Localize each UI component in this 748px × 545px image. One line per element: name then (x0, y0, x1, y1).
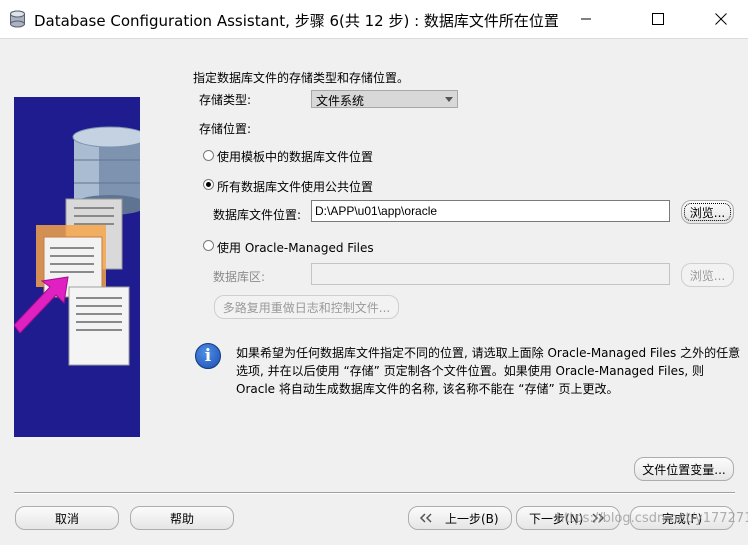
storage-type-label: 存储类型: (199, 93, 252, 107)
radio-template-locations[interactable] (203, 150, 214, 161)
db-area-label: 数据库区: (213, 270, 266, 284)
database-app-icon (10, 10, 25, 28)
back-label: 上一步(B) (445, 511, 499, 526)
storage-type-select[interactable]: 文件系统 (311, 90, 458, 108)
radio-oracle-managed-files[interactable] (203, 240, 214, 251)
file-location-variables-button[interactable]: 文件位置变量... (634, 457, 734, 481)
info-text-line-3: Oracle 将自动生成数据库文件的名称, 该名称不能在 “存储” 页上更改。 (236, 382, 619, 396)
chevron-left-icon (419, 513, 432, 523)
db-file-location-input[interactable] (311, 200, 670, 222)
cancel-button[interactable]: 取消 (15, 506, 119, 530)
title-bar: Database Configuration Assistant, 步骤 6(共… (0, 0, 748, 39)
page-heading: 指定数据库文件的存储类型和存储位置。 (193, 71, 410, 85)
multiplex-button-label: 多路复用重做日志和控制文件... (222, 300, 391, 315)
help-button[interactable]: 帮助 (130, 506, 234, 530)
back-button[interactable]: 上一步(B) (408, 506, 512, 530)
wizard-illustration (14, 97, 140, 437)
db-file-location-label: 数据库文件位置: (213, 208, 302, 222)
radio-common-location[interactable] (203, 179, 214, 190)
maximize-icon (652, 13, 664, 25)
help-label: 帮助 (169, 511, 194, 526)
radio-template-label[interactable]: 使用模板中的数据库文件位置 (217, 148, 373, 165)
multiplex-redo-control-button[interactable]: 多路复用重做日志和控制文件... (214, 295, 399, 319)
minimize-button[interactable] (563, 0, 609, 38)
browse-button-label: 浏览... (689, 205, 726, 220)
maximize-button[interactable] (635, 0, 681, 38)
window-title: Database Configuration Assistant, 步骤 6(共… (34, 12, 559, 30)
footer-separator (14, 492, 735, 494)
db-area-input[interactable] (311, 263, 670, 285)
chevron-down-icon (445, 97, 453, 102)
info-text-line-2: 选项, 并在以后使用 “存储” 页定制各个文件位置。如果使用 Oracle-Ma… (236, 364, 704, 378)
file-location-variables-label: 文件位置变量... (642, 462, 726, 477)
browse-db-area-button[interactable]: 浏览... (681, 263, 734, 287)
browse-db-area-label: 浏览... (689, 268, 726, 283)
storage-location-label: 存储位置: (199, 122, 252, 136)
csdn-watermark: https://blog.csdn.net/y1772712 (556, 511, 748, 526)
radio-omf-label[interactable]: 使用 Oracle-Managed Files (217, 239, 374, 256)
info-icon: i (195, 343, 221, 369)
browse-button[interactable]: 浏览... (681, 200, 734, 224)
close-icon (715, 13, 727, 25)
storage-type-value: 文件系统 (316, 94, 365, 108)
cancel-label: 取消 (54, 511, 79, 526)
database-files-graphic (14, 126, 140, 366)
info-text-line-1: 如果希望为任何数据库文件指定不同的位置, 请选取上面除 Oracle-Manag… (236, 346, 741, 360)
close-button[interactable] (698, 0, 744, 38)
minimize-icon (581, 18, 591, 20)
radio-common-label[interactable]: 所有数据库文件使用公共位置 (217, 178, 373, 195)
